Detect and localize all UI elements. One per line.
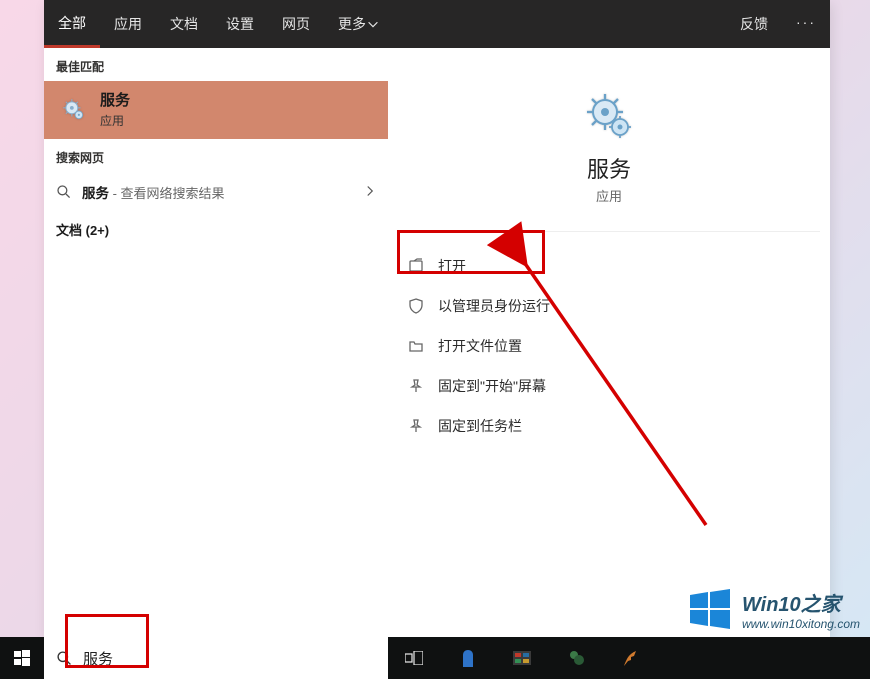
action-open-file-location[interactable]: 打开文件位置 [396, 326, 822, 366]
open-icon [408, 258, 424, 274]
action-pin-to-start-label: 固定到"开始"屏幕 [438, 376, 546, 396]
action-pin-to-start[interactable]: 固定到"开始"屏幕 [396, 366, 822, 406]
windows-logo-icon [14, 650, 30, 666]
tab-more-label: 更多 [338, 14, 366, 34]
best-match-heading: 最佳匹配 [44, 48, 388, 81]
tab-more-options[interactable]: ··· [782, 0, 830, 48]
action-pin-to-taskbar-label: 固定到任务栏 [438, 416, 522, 436]
chevron-right-icon [364, 185, 376, 200]
ellipsis-icon: ··· [796, 14, 816, 30]
web-search-hint: - 查看网络搜索结果 [109, 186, 225, 201]
best-match-sub: 应用 [100, 112, 130, 129]
tab-more[interactable]: 更多 [324, 0, 394, 48]
detail-title: 服务 [408, 152, 810, 184]
tab-web[interactable]: 网页 [268, 0, 324, 48]
action-open-file-location-label: 打开文件位置 [438, 336, 522, 356]
action-run-as-admin[interactable]: 以管理员身份运行 [396, 286, 822, 326]
taskbar-app-4[interactable] [620, 648, 640, 668]
watermark-url: www.win10xitong.com [742, 617, 860, 631]
taskbar-app-2[interactable] [512, 648, 532, 668]
folder-icon [408, 338, 424, 354]
best-match-title: 服务 [100, 92, 130, 110]
tab-documents[interactable]: 文档 [156, 0, 212, 48]
tab-settings[interactable]: 设置 [212, 0, 268, 48]
search-icon [56, 184, 72, 200]
watermark: Win10之家 www.win10xitong.com [688, 587, 860, 631]
services-large-icon [585, 92, 633, 140]
watermark-brand-2: 之家 [801, 594, 841, 616]
start-button[interactable] [0, 637, 44, 679]
windows-logo-icon [688, 587, 732, 631]
shield-icon [408, 298, 424, 314]
taskbar [0, 637, 870, 679]
tab-apps[interactable]: 应用 [100, 0, 156, 48]
search-panel: 全部 应用 文档 设置 网页 更多 反馈 ··· 最佳匹配 [44, 0, 830, 637]
taskbar-icons [404, 648, 640, 668]
result-detail-column: 服务 应用 打开 以管理员身份运行 打开文件位置 [388, 48, 830, 637]
action-run-as-admin-label: 以管理员身份运行 [438, 296, 550, 316]
chevron-down-icon [366, 17, 380, 31]
action-open[interactable]: 打开 [396, 246, 822, 286]
web-search-term: 服务 [82, 186, 109, 201]
taskbar-app-1[interactable] [458, 648, 478, 668]
tab-all[interactable]: 全部 [44, 0, 100, 48]
detail-sub: 应用 [408, 186, 810, 205]
search-web-heading: 搜索网页 [44, 139, 388, 172]
taskbar-search-box[interactable] [44, 637, 388, 679]
search-icon [56, 650, 73, 667]
pin-icon [408, 418, 424, 434]
watermark-brand-1: Win10 [742, 594, 801, 616]
action-pin-to-taskbar[interactable]: 固定到任务栏 [396, 406, 822, 446]
taskbar-search-input[interactable] [83, 650, 376, 667]
detail-card: 服务 应用 [398, 68, 820, 213]
task-view-button[interactable] [404, 648, 424, 668]
documents-heading[interactable]: 文档 (2+) [44, 212, 388, 247]
search-tabs: 全部 应用 文档 设置 网页 更多 反馈 ··· [44, 0, 830, 48]
services-icon [60, 96, 88, 124]
results-left-column: 最佳匹配 服务 应用 搜索网页 [44, 48, 388, 637]
pin-icon [408, 378, 424, 394]
web-search-row[interactable]: 服务 - 查看网络搜索结果 [44, 172, 388, 212]
action-open-label: 打开 [438, 256, 466, 276]
best-match-item[interactable]: 服务 应用 [44, 81, 388, 139]
detail-actions: 打开 以管理员身份运行 打开文件位置 固定到"开始"屏幕 固定到任务栏 [388, 232, 830, 460]
tab-feedback[interactable]: 反馈 [726, 0, 782, 48]
taskbar-app-3[interactable] [566, 648, 586, 668]
